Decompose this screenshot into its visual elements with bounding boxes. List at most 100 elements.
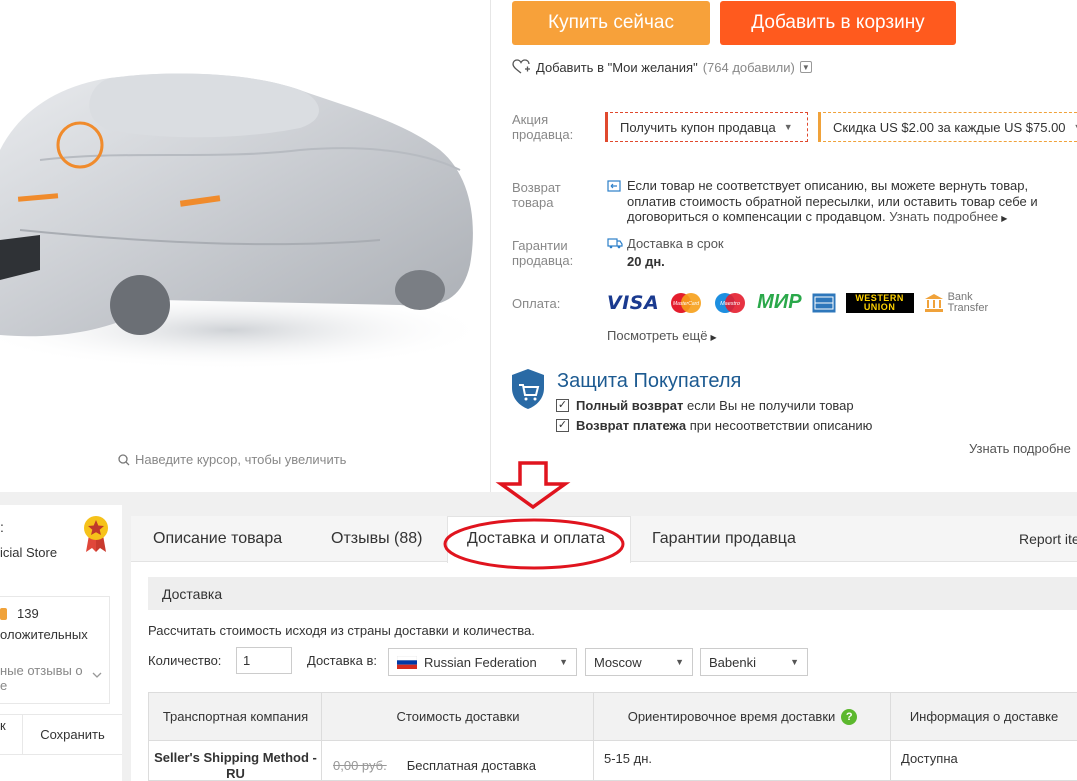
tab-seller-guarantees[interactable]: Гарантии продавца [652,516,796,562]
caret-down-icon: ▼ [559,657,568,667]
discount-amount: US $2.00 [879,119,934,135]
divider [0,754,122,755]
city-select[interactable]: Babenki ▼ [700,648,808,676]
maestro-logo: Maestro [715,292,746,313]
arrow-right-icon: ▶ [710,333,717,342]
wishlist-label: Добавить в "Мои желания" [536,59,698,75]
region-value: Moscow [594,654,642,670]
table-cell-info: Доступна [890,741,1077,781]
table-header-time: Ориентировочное время доставки ? [593,692,891,741]
table-cell-time: 5-15 дн. [593,741,891,781]
heart-plus-icon [512,59,530,74]
delivery-on-time: Доставка в срок [627,236,724,251]
store-contact-button[interactable]: к [0,718,6,733]
payment-label: Оплата: [512,296,561,311]
guarantee-label: Гарантии продавца: [512,238,574,268]
table-header-cost: Стоимость доставки [321,692,594,741]
protection-more-link[interactable]: Узнать подробне [969,441,1071,456]
protection-line2-rest: при несоответствии описанию [689,418,873,433]
coupon-label: Получить купон продавца [620,119,776,135]
badge-icon [0,608,7,620]
caret-down-icon: ▼ [1074,122,1077,132]
mastercard-logo: MasterCard [671,292,702,313]
free-shipping: Бесплатная доставка [406,758,537,773]
caret-down-icon: ▼ [790,657,799,667]
protection-line1-rest: если Вы не получили товар [686,398,854,413]
delivery-days: 20 дн. [627,254,665,269]
help-icon[interactable]: ? [841,708,858,725]
returns-description: Если товар не соответствует описанию, вы… [627,178,1067,227]
visa-logo: VISA [607,291,660,314]
country-value: Russian Federation [424,654,537,670]
magnifier-icon [118,453,130,465]
car-cover-image [0,73,490,370]
checkbox-icon: ✓ [556,399,569,412]
shipping-calc-text: Рассчитать стоимость исходя из страны до… [148,623,535,638]
reviews-link-line1[interactable]: ные отзывы о [0,663,83,678]
protection-full-refund: ✓ Полный возврат если Вы не получили тов… [556,398,854,413]
zoom-hint: Наведите курсор, чтобы увеличить [118,452,346,467]
discount-prefix: Скидка [833,119,877,135]
tab-description[interactable]: Описание товара [153,516,282,562]
see-more-label: Посмотреть ещё [607,328,708,343]
country-select[interactable]: Russian Federation ▼ [388,648,577,676]
returns-more-link[interactable]: Узнать подробнее [889,209,998,224]
caret-down-icon: ▼ [675,657,684,667]
region-select[interactable]: Moscow ▼ [585,648,693,676]
city-value: Babenki [709,654,756,670]
add-to-cart-button[interactable]: Добавить в корзину [720,1,956,45]
caret-down-icon: ▼ [783,122,793,132]
ship-to-label: Доставка в: [307,653,377,668]
payment-methods: VISA MasterCard Maestro МИР WESTERN UNIO… [607,291,990,314]
divider [490,0,491,492]
truck-icon [607,238,623,249]
chevron-down-icon[interactable]: ▼ [799,61,812,73]
protection-line2-bold: Возврат платежа [576,418,687,433]
checkbox-icon: ✓ [556,419,569,432]
bank-transfer-text: Bank Transfer [947,290,989,314]
western-union-logo: WESTERN UNION [845,292,914,313]
returns-label: Возврат товара [512,180,561,210]
return-icon [607,180,621,192]
wishlist-link[interactable]: Добавить в "Мои желания" (764 добавили) … [512,59,812,75]
store-colon: : [0,519,4,535]
buyer-protection-title: Защита Покупателя [557,370,742,392]
shield-icon [512,369,544,409]
amex-logo [812,293,836,312]
protection-payment-return: ✓ Возврат платежа при несоответствии опи… [556,418,872,433]
product-image[interactable] [0,0,490,440]
bank-icon [924,293,943,312]
table-header-company: Транспортная компания [148,692,322,741]
discount-threshold: US $75.00 [1004,119,1066,135]
see-more-payment-link[interactable]: Посмотреть ещё ▶ [607,328,717,343]
arrow-right-icon: ▶ [1001,214,1008,223]
bank-transfer-logo: Bank Transfer [924,290,990,314]
report-item-link[interactable]: Report ite [1019,516,1077,562]
svg-text:Maestro: Maestro [720,301,740,307]
positive-count: 139 [17,606,39,621]
positive-label: оложительных [0,627,88,642]
get-coupon-button[interactable]: Получить купон продавца ▼ [605,112,808,142]
store-name[interactable]: icial Store [0,545,57,560]
reviews-link-line2[interactable]: е [0,678,7,693]
buy-now-button[interactable]: Купить сейчас [512,1,710,45]
table-cell-company: Seller's Shipping Method - RU [148,741,322,781]
russia-flag-icon [397,655,417,669]
save-store-button[interactable]: Сохранить [23,714,122,754]
tab-shipping-payment[interactable]: Доставка и оплата [467,516,605,562]
chevron-down-icon[interactable] [92,671,102,679]
discount-middle: за каждые [937,119,1001,135]
old-price: 0,00 руб. [333,758,387,773]
western-union-text: WESTERN UNION [855,292,904,312]
protection-line1-bold: Полный возврат [576,398,684,413]
svg-text:MasterCard: MasterCard [673,301,699,307]
medal-icon [84,516,108,552]
tab-reviews[interactable]: Отзывы (88) [331,516,423,562]
shipping-section-header: Доставка [148,577,1077,610]
discount-badge[interactable]: Скидка US $2.00 за каждые US $75.00 ▼ [818,112,1077,142]
table-cell-cost: 0,00 руб. Бесплатная доставка [321,741,594,781]
mir-logo: МИР [757,291,802,313]
promo-label: Акция продавца: [512,112,574,142]
quantity-input[interactable]: 1 [236,647,292,674]
table-header-info: Информация о доставке [890,692,1077,741]
